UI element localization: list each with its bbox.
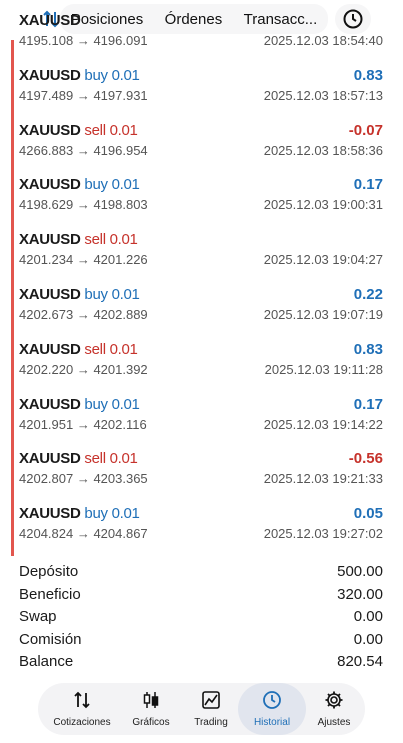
deal-side: buy [84,395,108,413]
summary-label: Beneficio [19,585,81,603]
deal-row[interactable]: XAUUSD buy 0.01 0.05 4204.824 → 4204.867… [0,505,403,560]
summary-row-balance: Balance 820.54 [0,653,403,676]
deal-prices: 4201.234 → 4201.226 [19,252,148,268]
nav-history[interactable]: Historial [238,683,306,735]
nav-label: Gráficos [132,717,170,728]
deal-prices: 4198.629 → 4198.803 [19,197,148,213]
deal-time: 2025.12.03 19:14:22 [263,416,383,432]
summary-label: Balance [19,653,74,670]
nav-quotes[interactable]: Cotizaciones [44,683,120,735]
summary-label: Comisión [19,630,82,648]
deal-symbol: XAUUSD buy 0.01 [19,66,140,84]
deals-list: XAUUSD 4195.108 → 4196.091 2025.12.03 18… [0,12,403,560]
summary-value: 820.54 [337,653,383,670]
deal-symbol: XAUUSD sell 0.01 [19,231,138,249]
nav-label: Cotizaciones [53,717,111,728]
summary-value: 0.00 [353,630,383,648]
nav-label: Ajustes [317,717,351,728]
quotes-arrows-icon [72,690,92,715]
deal-profit: 0.17 [353,395,383,413]
deal-row[interactable]: XAUUSD sell 0.01 -0.56 4202.807 → 4203.3… [0,450,403,505]
deal-side: sell [84,231,106,249]
deal-prices: 4195.108 → 4196.091 [19,33,148,48]
deal-profit: 0.05 [353,505,383,523]
deal-time: 2025.12.03 19:11:28 [264,361,383,377]
deal-profit: -0.07 [348,121,383,139]
deal-row[interactable]: XAUUSD buy 0.01 0.22 4202.673 → 4202.889… [0,286,403,341]
deal-volume: 0.01 [111,285,140,303]
deal-symbol: XAUUSD sell 0.01 [19,121,138,139]
summary-row-swap: Swap 0.00 [0,608,403,631]
deal-prices: 4266.883 → 4196.954 [19,142,148,158]
deal-profit: 0.17 [353,176,383,194]
deal-side: sell [84,340,106,358]
summary-row-deposit: Depósito 500.00 [0,563,403,586]
summary-row-profit: Beneficio 320.00 [0,586,403,609]
account-summary: Depósito 500.00 Beneficio 320.00 Swap 0.… [0,563,403,676]
deal-prices: 4201.951 → 4202.116 [19,416,147,432]
nav-charts[interactable]: Gráficos [122,683,180,735]
candlestick-icon [141,690,161,715]
deal-prices: 4202.220 → 4201.392 [19,361,148,377]
deal-row[interactable]: XAUUSD 4195.108 → 4196.091 2025.12.03 18… [0,12,403,67]
nav-trading[interactable]: Trading [182,683,240,735]
deal-side: buy [84,176,108,194]
deal-time: 2025.12.03 19:07:19 [263,306,383,322]
deal-prices: 4204.824 → 4204.867 [19,526,148,542]
deal-volume: 0.01 [111,176,140,194]
deal-prices: 4202.673 → 4202.889 [19,306,148,322]
deal-symbol: XAUUSD sell 0.01 [19,340,138,358]
summary-row-commission: Comisión 0.00 [0,631,403,654]
deal-volume: 0.01 [109,450,138,468]
trading-chart-icon [201,690,221,715]
deal-side: buy [84,66,108,84]
deal-volume: 0.01 [111,395,140,413]
summary-value: 500.00 [337,563,383,580]
summary-label: Depósito [19,563,79,580]
deal-symbol: XAUUSD buy 0.01 [19,395,140,413]
deal-row[interactable]: XAUUSD buy 0.01 0.17 4198.629 → 4198.803… [0,176,403,231]
deal-row[interactable]: XAUUSD buy 0.01 0.17 4201.951 → 4202.116… [0,396,403,451]
deal-volume: 0.01 [109,340,138,358]
deal-time: 2025.12.03 18:58:36 [263,142,383,158]
deal-time: 2025.12.03 19:00:31 [263,197,383,213]
nav-label: Historial [253,717,291,728]
summary-value: 320.00 [337,585,383,603]
deal-row[interactable]: XAUUSD sell 0.01 0.83 4202.220 → 4201.39… [0,341,403,396]
deal-volume: 0.01 [109,231,138,249]
deal-symbol: XAUUSD sell 0.01 [19,450,138,468]
deal-symbol: XAUUSD buy 0.01 [19,176,140,194]
gear-icon [324,690,344,715]
nav-settings[interactable]: Ajustes [306,683,362,735]
deal-time: 2025.12.03 19:27:02 [263,526,383,542]
bottom-nav: Cotizaciones Gráficos Trading Historial … [38,683,365,735]
deal-time: 2025.12.03 19:04:27 [263,252,383,268]
deal-row[interactable]: XAUUSD sell 0.01 4201.234 → 4201.226 202… [0,231,403,286]
history-clock-icon [262,690,282,715]
deal-row[interactable]: XAUUSD sell 0.01 -0.07 4266.883 → 4196.9… [0,122,403,177]
deal-prices: 4197.489 → 4197.931 [19,87,148,103]
deal-profit: 0.83 [353,66,383,84]
deal-side: buy [84,285,108,303]
deal-symbol: XAUUSD buy 0.01 [19,505,140,523]
deal-profit: 0.22 [353,285,383,303]
deal-side: buy [84,505,108,523]
deal-volume: 0.01 [111,66,140,84]
nav-label: Trading [194,717,228,728]
deal-symbol: XAUUSD [19,12,81,29]
summary-value: 0.00 [353,608,383,625]
deal-time: 2025.12.03 18:54:40 [263,33,383,48]
deal-time: 2025.12.03 18:57:13 [263,87,383,103]
deal-prices: 4202.807 → 4203.365 [19,471,148,487]
deal-volume: 0.01 [109,121,138,139]
deal-volume: 0.01 [111,505,140,523]
deal-time: 2025.12.03 19:21:33 [263,471,383,487]
deal-profit: -0.56 [348,450,383,468]
deal-side: sell [84,450,106,468]
deal-side: sell [84,121,106,139]
deal-row[interactable]: XAUUSD buy 0.01 0.83 4197.489 → 4197.931… [0,67,403,122]
summary-label: Swap [19,608,57,625]
deal-profit: 0.83 [353,340,383,358]
deal-symbol: XAUUSD buy 0.01 [19,285,140,303]
